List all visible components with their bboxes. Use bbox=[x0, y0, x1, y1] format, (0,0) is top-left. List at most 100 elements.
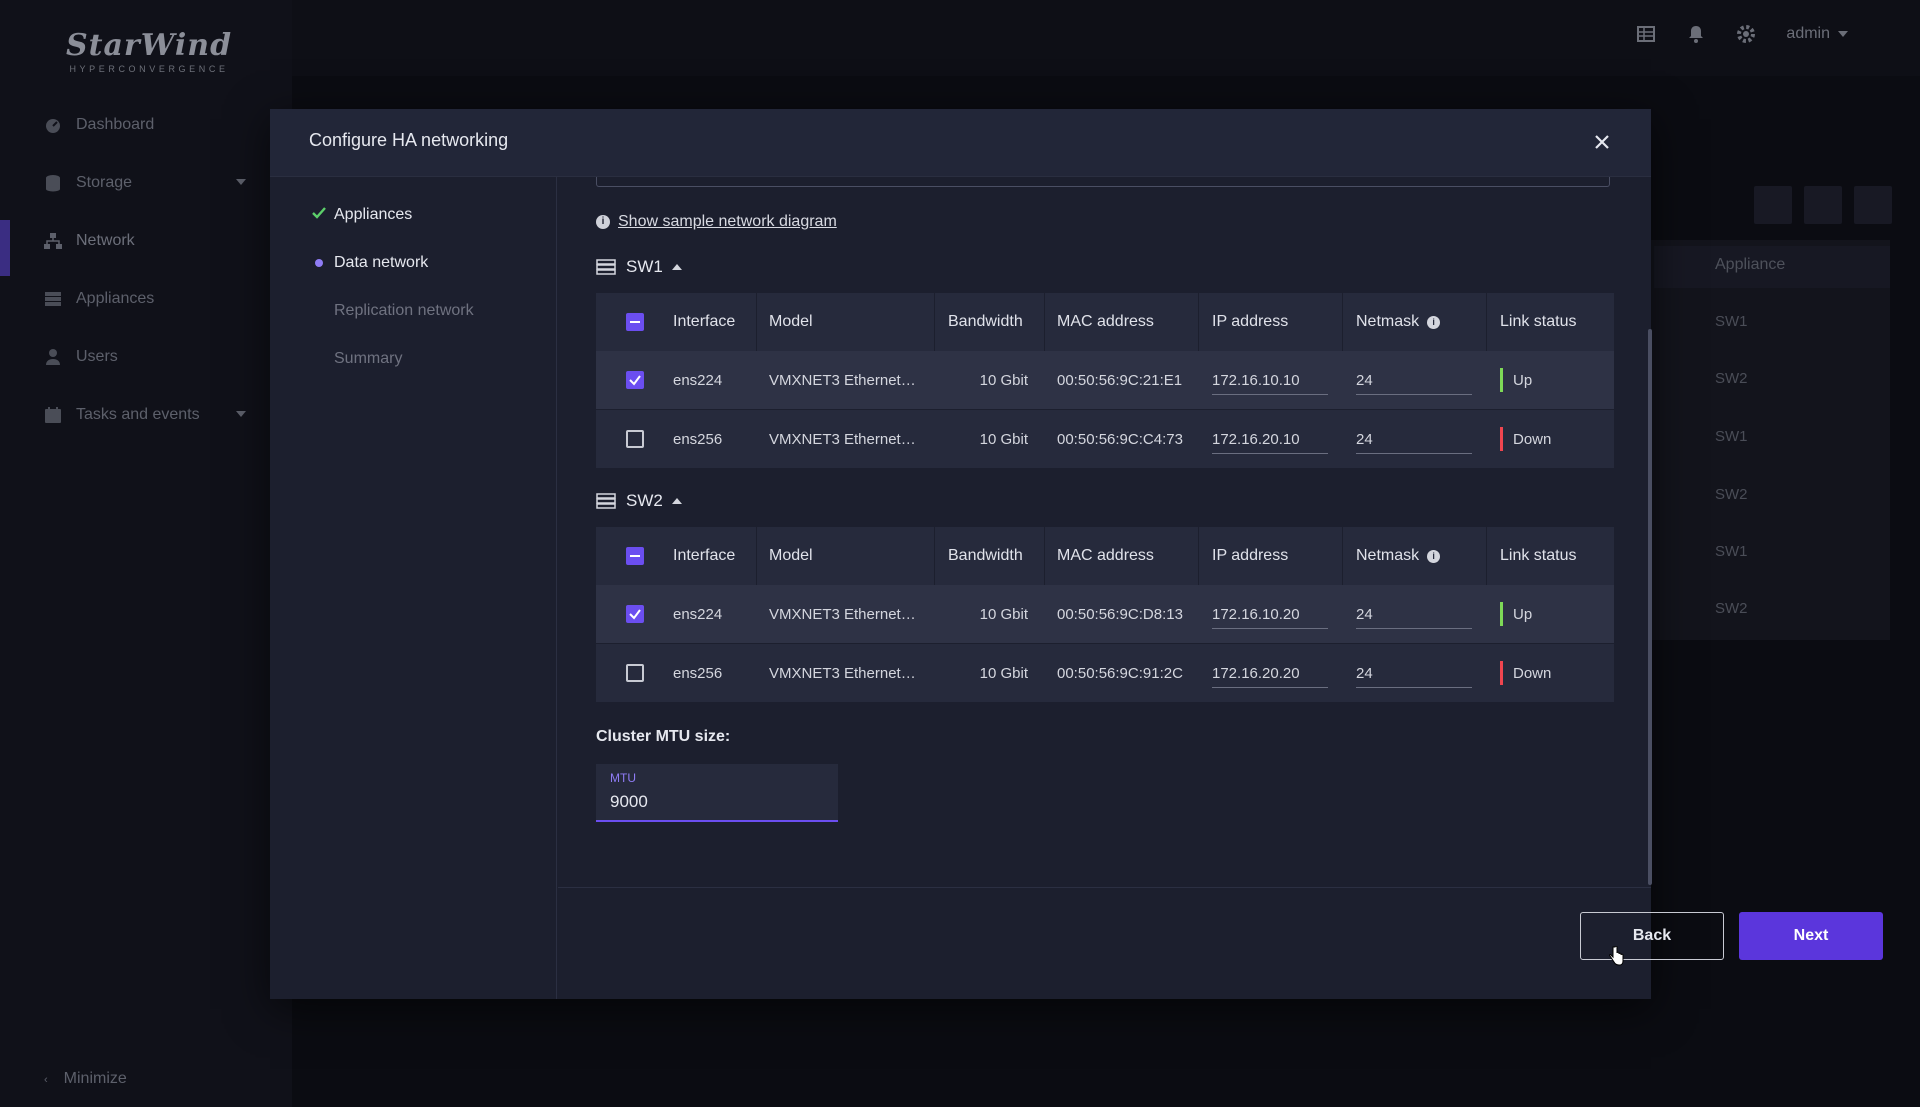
app-root: StarWind HYPERCONVERGENCE Dashboard Stor… bbox=[0, 0, 1920, 1107]
content-scrollbar[interactable] bbox=[1648, 329, 1652, 885]
info-icon: i bbox=[596, 215, 610, 229]
info-icon[interactable]: i bbox=[1427, 315, 1441, 329]
column-header[interactable]: Model bbox=[769, 293, 813, 351]
back-button[interactable]: Back bbox=[1580, 912, 1724, 960]
ip-address-field[interactable]: 172.16.10.20 bbox=[1212, 601, 1328, 629]
netmask-field[interactable]: 24 bbox=[1356, 660, 1472, 688]
sidebar-item-label: Network bbox=[76, 232, 135, 249]
close-icon[interactable] bbox=[1589, 129, 1615, 155]
column-header[interactable]: Link status bbox=[1500, 527, 1576, 585]
bell-icon[interactable] bbox=[1686, 24, 1706, 44]
step-appliances[interactable]: Appliances bbox=[312, 206, 412, 224]
column-header[interactable]: IP address bbox=[1212, 527, 1288, 585]
row-checkbox[interactable] bbox=[626, 605, 644, 623]
info-icon[interactable]: i bbox=[1427, 549, 1441, 563]
user-menu[interactable]: admin bbox=[1786, 25, 1848, 43]
chevron-left-icon: ‹ bbox=[44, 1074, 48, 1086]
sample-diagram-link-row: i Show sample network diagram bbox=[596, 213, 837, 231]
sidebar-nav: Dashboard Storage Network Appliances Use… bbox=[0, 96, 292, 444]
mtu-input[interactable]: MTU 9000 bbox=[596, 764, 838, 822]
ip-address-field[interactable]: 172.16.20.20 bbox=[1212, 660, 1328, 688]
gear-icon[interactable] bbox=[1736, 24, 1756, 44]
sidebar-item-storage[interactable]: Storage bbox=[0, 154, 292, 212]
sidebar-item-network[interactable]: Network bbox=[0, 212, 292, 276]
table-header: Interface Model Bandwidth MAC address IP… bbox=[596, 527, 1614, 585]
bandwidth-cell: 10 Gbit bbox=[979, 664, 1028, 682]
link-status-text: Up bbox=[1513, 371, 1533, 389]
column-header[interactable]: Link status bbox=[1500, 293, 1576, 351]
minimize-label: Minimize bbox=[63, 1070, 127, 1087]
link-status: Up bbox=[1500, 351, 1532, 409]
minimize-button[interactable]: ‹ Minimize bbox=[44, 1070, 127, 1088]
step-label: Appliances bbox=[334, 206, 413, 223]
show-sample-network-diagram-link[interactable]: Show sample network diagram bbox=[618, 213, 837, 231]
ip-address-field[interactable]: 172.16.20.10 bbox=[1212, 426, 1328, 454]
interfaces-table-sw1: Interface Model Bandwidth MAC address IP… bbox=[596, 293, 1614, 468]
ip-address-field[interactable]: 172.16.10.10 bbox=[1212, 367, 1328, 395]
sidebar-item-appliances[interactable]: Appliances bbox=[0, 270, 292, 328]
table-row[interactable]: ens224 VMXNET3 Ethernet… 10 Gbit 00:50:5… bbox=[596, 585, 1614, 643]
background-cell: SW2 bbox=[1715, 600, 1748, 617]
dialog-header: Configure HA networking bbox=[270, 109, 1651, 177]
link-status: Up bbox=[1500, 585, 1532, 643]
table-row[interactable]: ens224 VMXNET3 Ethernet… 10 Gbit 00:50:5… bbox=[596, 351, 1614, 409]
column-header[interactable]: MAC address bbox=[1057, 527, 1154, 585]
check-icon bbox=[312, 206, 326, 224]
model-cell: VMXNET3 Ethernet… bbox=[769, 430, 916, 448]
step-label: Summary bbox=[334, 350, 403, 367]
column-header-label: Netmask bbox=[1356, 547, 1420, 564]
column-header[interactable]: Bandwidth bbox=[948, 293, 1023, 351]
column-header[interactable]: Interface bbox=[673, 527, 735, 585]
mac-cell: 00:50:56:9C:21:E1 bbox=[1057, 371, 1183, 389]
sidebar-item-tasks-and-events[interactable]: Tasks and events bbox=[0, 386, 292, 444]
model-cell: VMXNET3 Ethernet… bbox=[769, 605, 916, 623]
sidebar-item-label: Tasks and events bbox=[76, 406, 200, 423]
hand-cursor-icon bbox=[1609, 946, 1624, 966]
switch-header-sw2[interactable]: SW2 bbox=[596, 491, 682, 511]
step-replication-network: Replication network bbox=[312, 302, 474, 320]
mac-cell: 00:50:56:9C:D8:13 bbox=[1057, 605, 1183, 623]
background-cell: SW2 bbox=[1715, 370, 1748, 387]
netmask-field[interactable]: 24 bbox=[1356, 426, 1472, 454]
column-header[interactable]: Bandwidth bbox=[948, 527, 1023, 585]
row-checkbox[interactable] bbox=[626, 430, 644, 448]
column-header[interactable]: Netmask i bbox=[1356, 293, 1441, 351]
table-icon[interactable] bbox=[1636, 24, 1656, 44]
background-cell: SW1 bbox=[1715, 543, 1748, 560]
step-data-network[interactable]: Data network bbox=[312, 254, 428, 272]
table-row[interactable]: ens256 VMXNET3 Ethernet… 10 Gbit 00:50:5… bbox=[596, 644, 1614, 702]
netmask-field[interactable]: 24 bbox=[1356, 601, 1472, 629]
tasks-icon bbox=[45, 407, 61, 423]
interface-cell: ens256 bbox=[673, 664, 723, 682]
netmask-field[interactable]: 24 bbox=[1356, 367, 1472, 395]
column-header[interactable]: Interface bbox=[673, 293, 735, 351]
sidebar-item-label: Storage bbox=[76, 174, 133, 191]
column-header[interactable]: IP address bbox=[1212, 293, 1288, 351]
row-checkbox[interactable] bbox=[626, 664, 644, 682]
more-icon bbox=[1854, 186, 1892, 224]
network-icon bbox=[44, 233, 62, 249]
server-icon bbox=[596, 259, 616, 275]
sidebar-item-dashboard[interactable]: Dashboard bbox=[0, 96, 292, 154]
link-status: Down bbox=[1500, 644, 1551, 702]
column-header[interactable]: Netmask i bbox=[1356, 527, 1441, 585]
dialog-footer bbox=[558, 887, 1651, 999]
sidebar-item-label: Dashboard bbox=[76, 116, 155, 133]
chevron-down-icon bbox=[236, 411, 246, 417]
next-button[interactable]: Next bbox=[1739, 912, 1883, 960]
status-down-indicator bbox=[1500, 661, 1503, 685]
column-header[interactable]: MAC address bbox=[1057, 293, 1154, 351]
table-row[interactable]: ens256 VMXNET3 Ethernet… 10 Gbit 00:50:5… bbox=[596, 410, 1614, 468]
mac-cell: 00:50:56:9C:91:2C bbox=[1057, 664, 1183, 682]
search-icon bbox=[1754, 186, 1792, 224]
step-label: Replication network bbox=[334, 302, 474, 319]
row-checkbox[interactable] bbox=[626, 371, 644, 389]
sidebar-item-users[interactable]: Users bbox=[0, 328, 292, 386]
switch-header-sw1[interactable]: SW1 bbox=[596, 257, 682, 277]
column-header[interactable]: Model bbox=[769, 527, 813, 585]
column-header-label: Netmask bbox=[1356, 313, 1420, 330]
select-all-checkbox[interactable] bbox=[626, 313, 644, 331]
select-all-checkbox[interactable] bbox=[626, 547, 644, 565]
background-cell: SW2 bbox=[1715, 486, 1748, 503]
user-name: admin bbox=[1786, 25, 1830, 42]
